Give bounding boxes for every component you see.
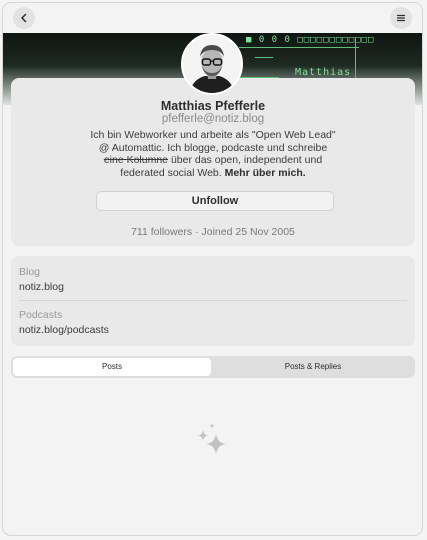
app-window: ■ 0 0 0 □□□□□□□□□□□□ Matthias Matthias P… xyxy=(2,2,423,536)
banner-line xyxy=(239,47,359,48)
divider xyxy=(19,300,407,301)
sparkles-icon xyxy=(198,423,226,455)
bio-text: Ich bin Webworker und arbeite als "Open … xyxy=(90,129,336,154)
main-menu-button[interactable] xyxy=(390,7,412,29)
bio-strikethrough-text: eine Kolumne xyxy=(103,154,169,166)
more-about-me-link[interactable]: Mehr über mich. xyxy=(225,167,306,179)
back-button[interactable] xyxy=(13,7,35,29)
field-label-blog: Blog xyxy=(19,266,41,278)
profile-name: Matthias Pfefferle xyxy=(160,99,266,113)
profile-stats: 711 followers · Joined 25 Nov 2005 xyxy=(131,226,295,238)
chevron-left-icon xyxy=(21,13,27,23)
profile-handle: pfefferle@notiz.blog xyxy=(161,113,265,125)
hamburger-menu-icon xyxy=(396,14,406,22)
unfollow-button[interactable]: Unfollow xyxy=(96,191,334,211)
tab-posts-and-replies[interactable]: Posts & Replies xyxy=(213,358,413,376)
profile-card: Matthias Pfefferle pfefferle@notiz.blog … xyxy=(11,78,415,246)
profile-fields: Blog notiz.blog Podcasts notiz.blog/podc… xyxy=(11,256,415,346)
banner-line xyxy=(255,57,273,58)
posts-tab-switcher: Posts Posts & Replies xyxy=(11,356,415,378)
field-value-podcasts-link[interactable]: notiz.blog/podcasts xyxy=(19,324,109,336)
banner-name-text: Matthias xyxy=(295,67,352,78)
field-value-blog-link[interactable]: notiz.blog xyxy=(19,281,64,293)
empty-state xyxy=(193,420,233,469)
header-bar xyxy=(3,3,422,33)
profile-bio: Ich bin Webworker und arbeite als "Open … xyxy=(89,129,337,179)
avatar-photo xyxy=(183,35,241,93)
tab-posts[interactable]: Posts xyxy=(13,358,211,376)
field-label-podcasts: Podcasts xyxy=(19,309,63,321)
avatar xyxy=(181,33,243,95)
